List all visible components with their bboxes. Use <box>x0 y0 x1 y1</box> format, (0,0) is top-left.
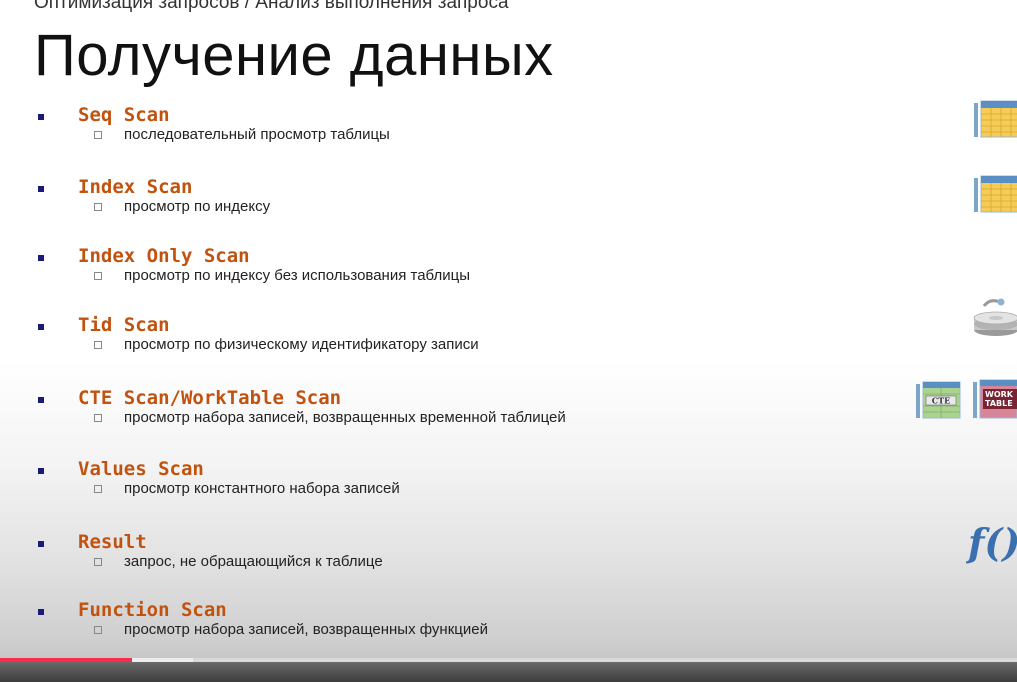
sub-bullet-icon <box>94 203 102 211</box>
bullet-icon <box>38 541 44 547</box>
sub-bullet-icon <box>94 341 102 349</box>
item-description: просмотр набора записей, возвращенных вр… <box>124 409 566 426</box>
index-table-icon <box>974 175 1017 213</box>
worktable-label-top: WORK <box>985 390 1014 399</box>
item-description: последовательный просмотр таблицы <box>124 126 390 143</box>
sub-bullet-icon <box>94 485 102 493</box>
sub-bullet-icon <box>94 626 102 634</box>
list-item: Values Scan просмотр константного набора… <box>0 458 900 518</box>
item-label: Index Only Scan <box>78 245 250 267</box>
item-description: просмотр по физическому идентификатору з… <box>124 336 479 353</box>
sub-bullet-icon <box>94 558 102 566</box>
sub-bullet-icon <box>94 131 102 139</box>
sub-bullet-icon <box>94 272 102 280</box>
cte-label: CTE <box>932 396 950 406</box>
worktable-icon: WORK TABLE <box>973 379 1017 419</box>
item-description: просмотр по индексу <box>124 198 271 215</box>
sub-bullet-icon <box>94 414 102 422</box>
disk-icon <box>973 298 1017 336</box>
list-item: CTE Scan/WorkTable Scan просмотр набора … <box>0 387 900 447</box>
function-icon: f() <box>966 520 1017 565</box>
bullet-icon <box>38 397 44 403</box>
list-item: Tid Scan просмотр по физическому идентиф… <box>0 314 900 374</box>
cte-table-icon: CTE <box>916 381 961 419</box>
list-item: Result запрос, не обращающийся к таблице <box>0 531 900 591</box>
bullet-icon <box>38 468 44 474</box>
breadcrumb: Оптимизация запросов / Анализ выполнения… <box>34 0 509 13</box>
page-title: Получение данных <box>34 23 554 88</box>
item-label: Result <box>78 531 147 553</box>
item-description: просмотр набора записей, возвращенных фу… <box>124 621 488 638</box>
bullet-icon <box>38 609 44 615</box>
bullet-icon <box>38 255 44 261</box>
list-item: Index Scan просмотр по индексу <box>0 176 900 236</box>
item-label: Values Scan <box>78 458 204 480</box>
list-item: Index Only Scan просмотр по индексу без … <box>0 245 900 305</box>
list-item: Seq Scan последовательный просмотр табли… <box>0 104 900 164</box>
item-description: просмотр по индексу без использования та… <box>124 267 470 284</box>
item-label: CTE Scan/WorkTable Scan <box>78 387 342 409</box>
item-label: Seq Scan <box>78 104 170 126</box>
list-item: Function Scan просмотр набора записей, в… <box>0 599 900 659</box>
item-label: Function Scan <box>78 599 227 621</box>
item-description: просмотр константного набора записей <box>124 480 400 497</box>
bullet-icon <box>38 324 44 330</box>
bullet-icon <box>38 114 44 120</box>
video-controls-bar <box>0 662 1017 682</box>
function-label: f() <box>966 520 1017 565</box>
bullet-icon <box>38 186 44 192</box>
item-label: Index Scan <box>78 176 193 198</box>
worktable-label-bottom: TABLE <box>985 399 1013 408</box>
item-label: Tid Scan <box>78 314 170 336</box>
item-description: запрос, не обращающийся к таблице <box>124 553 383 570</box>
table-icon <box>974 100 1017 138</box>
